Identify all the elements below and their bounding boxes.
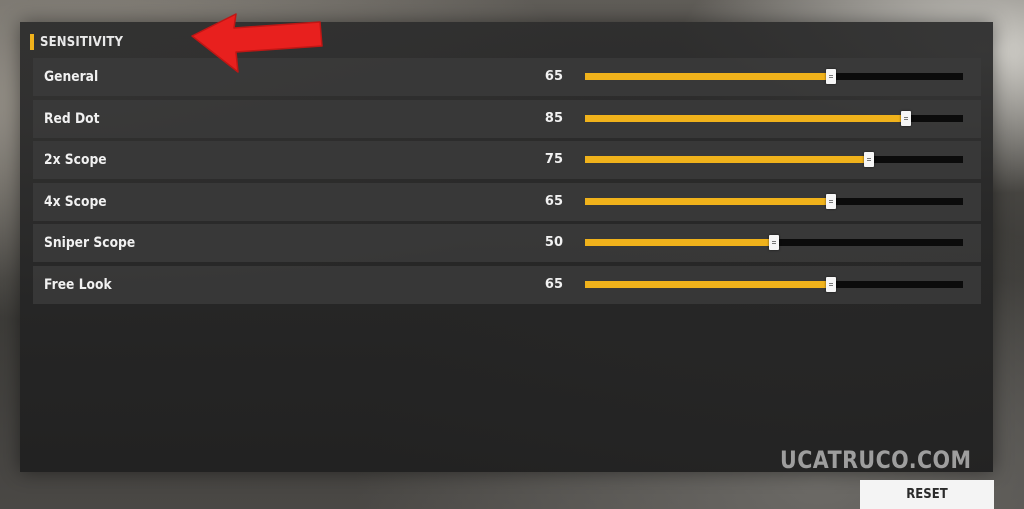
- slider-track[interactable]: [585, 193, 963, 209]
- slider-label: Free Look: [44, 276, 112, 293]
- header-accent-bar: [30, 34, 34, 50]
- slider-track[interactable]: [585, 152, 963, 167]
- slider-label: 2x Scope: [44, 152, 107, 168]
- reset-button[interactable]: RESET: [860, 480, 994, 509]
- slider-row-free-look: Free Look 65: [33, 265, 981, 304]
- red-arrow-icon: [191, 13, 323, 73]
- slider-row-red-dot: Red Dot 85: [33, 99, 981, 138]
- section-header: SENSITIVITY: [30, 32, 132, 52]
- slider-track[interactable]: [585, 69, 963, 84]
- sensitivity-panel: SENSITIVITY General 65 Red Dot 85 2x Sco…: [20, 22, 993, 472]
- slider-value: 85: [544, 110, 563, 126]
- slider-label: General: [44, 69, 99, 85]
- slider-track[interactable]: [585, 276, 963, 292]
- slider-fill: [585, 239, 774, 246]
- slider-thumb[interactable]: [769, 235, 779, 250]
- slider-thumb[interactable]: [863, 152, 874, 167]
- watermark-text: UCATRUCO.COM: [780, 446, 972, 474]
- slider-value: 65: [544, 193, 563, 209]
- slider-value: 75: [544, 152, 563, 167]
- slider-row-2x-scope: 2x Scope 75: [33, 141, 981, 179]
- slider-fill: [585, 156, 869, 163]
- slider-track[interactable]: [585, 110, 963, 126]
- slider-fill: [585, 280, 831, 288]
- slider-value: 50: [544, 235, 563, 250]
- slider-row-4x-scope: 4x Scope 65: [33, 182, 981, 221]
- slider-thumb[interactable]: [825, 193, 836, 209]
- reset-button-label: RESET: [906, 487, 948, 502]
- slider-row-sniper-scope: Sniper Scope 50: [33, 224, 981, 262]
- slider-label: 4x Scope: [44, 193, 107, 210]
- slider-fill: [585, 73, 831, 80]
- slider-fill: [585, 197, 831, 205]
- slider-thumb[interactable]: [825, 69, 836, 84]
- slider-value: 65: [544, 276, 563, 292]
- slider-row-general: General 65: [33, 58, 981, 96]
- slider-label: Sniper Scope: [44, 235, 136, 251]
- red-arrow-shape: [191, 13, 323, 73]
- slider-thumb[interactable]: [901, 110, 912, 126]
- slider-list: General 65 Red Dot 85 2x Scope 75 4x Sco…: [33, 58, 981, 307]
- slider-value: 65: [544, 69, 563, 84]
- slider-track[interactable]: [585, 235, 963, 250]
- section-title: SENSITIVITY: [40, 34, 124, 50]
- slider-label: Red Dot: [44, 110, 100, 127]
- slider-fill: [585, 114, 907, 122]
- slider-thumb[interactable]: [825, 276, 836, 292]
